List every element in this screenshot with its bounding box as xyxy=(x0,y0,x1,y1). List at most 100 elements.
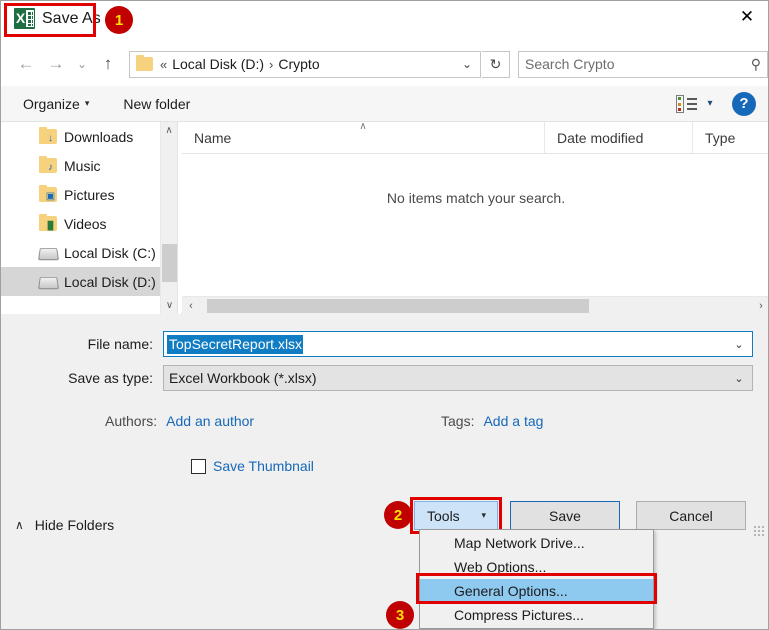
navigation-pane: ↓ Downloads ♪ Music ▣ Pictures █ Videos xyxy=(1,122,177,314)
menu-item-general-options[interactable]: General Options... xyxy=(420,579,653,603)
tags-label: Tags: xyxy=(441,413,475,429)
chevron-down-icon[interactable]: ⌄ xyxy=(456,57,478,71)
view-options-icon[interactable] xyxy=(676,94,698,113)
folder-downloads-icon: ↓ xyxy=(39,127,57,144)
sidebar-item-music[interactable]: ♪ Music xyxy=(1,151,177,180)
filename-label: File name: xyxy=(87,336,153,352)
folder-videos-icon: █ xyxy=(39,214,57,231)
scrollbar-thumb[interactable] xyxy=(162,244,177,282)
tools-dropdown-menu: Map Network Drive... Web Options... Gene… xyxy=(419,529,654,629)
filetype-select[interactable]: Excel Workbook (*.xlsx) ⌄ xyxy=(163,365,753,391)
folder-icon xyxy=(136,55,153,71)
help-button[interactable]: ? xyxy=(732,91,756,116)
chevron-down-icon: ▾ xyxy=(481,510,486,520)
sort-ascending-icon: ∧ xyxy=(359,120,367,132)
address-bar[interactable]: « Local Disk (D:) › Crypto ⌄ xyxy=(129,50,481,78)
hide-folders-label: Hide Folders xyxy=(34,517,115,533)
menu-item-map-network-drive[interactable]: Map Network Drive... xyxy=(420,531,653,555)
save-button[interactable]: Save xyxy=(510,501,620,530)
column-label: Name xyxy=(194,129,232,146)
column-headers: ∧ Name Date modified Type xyxy=(182,120,768,154)
save-thumbnail-row[interactable]: Save Thumbnail xyxy=(191,458,314,474)
filetype-value: Excel Workbook (*.xlsx) xyxy=(169,370,317,386)
filetype-label: Save as type: xyxy=(68,370,153,386)
up-icon[interactable]: ↑ xyxy=(93,49,123,79)
organize-label: Organize xyxy=(23,95,80,112)
authors-group: Authors: Add an author xyxy=(105,413,254,429)
sidebar-item-label: Local Disk (D:) xyxy=(64,273,156,290)
save-thumbnail-checkbox[interactable] xyxy=(191,458,206,474)
add-tag-link[interactable]: Add a tag xyxy=(483,413,543,429)
scrollbar-thumb[interactable] xyxy=(207,299,589,313)
annotation-badge-1: 1 xyxy=(105,6,133,34)
search-placeholder: Search Crypto xyxy=(525,56,615,72)
column-header-type[interactable]: Type xyxy=(693,122,768,154)
drive-windows-icon xyxy=(37,245,60,261)
tools-button[interactable]: Tools ▾ xyxy=(414,501,498,530)
new-folder-button[interactable]: New folder xyxy=(117,96,196,112)
sidebar-item-label: Music xyxy=(64,157,101,174)
tags-group: Tags: Add a tag xyxy=(441,413,543,429)
sidebar-item-label: Pictures xyxy=(64,186,115,203)
breadcrumb-prefix: « xyxy=(160,56,168,72)
view-options-chevron-down-icon[interactable]: ▾ xyxy=(698,98,722,109)
navigation-bar: ← → ⌄ ↑ « Local Disk (D:) › Crypto ⌄ ↻ S… xyxy=(1,42,768,86)
page-title: Save As xyxy=(42,9,101,27)
browser-body: ↓ Downloads ♪ Music ▣ Pictures █ Videos xyxy=(1,120,768,314)
chevron-down-icon[interactable]: ⌄ xyxy=(726,372,752,385)
save-thumbnail-label[interactable]: Save Thumbnail xyxy=(213,458,314,474)
annotation-badge-3: 3 xyxy=(386,601,414,629)
scroll-right-icon[interactable]: › xyxy=(752,300,768,312)
sidebar-item-videos[interactable]: █ Videos xyxy=(1,209,177,238)
filename-row: File name: TopSecretReport.xlsx ⌄ xyxy=(1,331,753,357)
file-list-pane: ∧ Name Date modified Type No items match… xyxy=(182,120,768,314)
scroll-up-icon[interactable]: ∧ xyxy=(161,122,177,139)
sidebar-item-label: Downloads xyxy=(64,128,134,145)
forward-icon[interactable]: → xyxy=(41,49,71,79)
chevron-down-icon[interactable]: ⌄ xyxy=(726,338,752,351)
sidebar-item-label: Local Disk (C:) xyxy=(64,244,156,261)
search-icon: ⚲ xyxy=(750,55,761,72)
save-as-dialog: X Save As ✕ 1 ← → ⌄ ↑ « Local Disk (D:) … xyxy=(0,0,769,630)
window-title-group: X Save As xyxy=(9,5,109,32)
breadcrumb-item-0[interactable]: Local Disk (D:) xyxy=(170,56,266,72)
sidebar-scrollbar[interactable]: ∧ ∨ xyxy=(160,122,177,314)
breadcrumb-separator: › xyxy=(269,56,274,72)
search-input[interactable]: Search Crypto ⚲ xyxy=(518,50,768,78)
filename-input[interactable]: TopSecretReport.xlsx ⌄ xyxy=(163,331,753,357)
sidebar-item-downloads[interactable]: ↓ Downloads xyxy=(1,122,177,151)
hide-folders-button[interactable]: ∧ Hide Folders xyxy=(15,517,114,533)
command-bar: Organize ▾ New folder ▾ ? xyxy=(1,86,768,122)
sidebar-item-local-disk-d[interactable]: Local Disk (D:) xyxy=(1,267,177,296)
annotation-badge-2: 2 xyxy=(384,501,412,529)
file-list-horizontal-scrollbar[interactable]: ‹ › xyxy=(182,296,768,314)
cancel-button[interactable]: Cancel xyxy=(636,501,746,530)
chevron-up-icon: ∧ xyxy=(15,518,24,532)
sidebar-item-pictures[interactable]: ▣ Pictures xyxy=(1,180,177,209)
empty-list-message: No items match your search. xyxy=(386,190,566,206)
close-icon[interactable]: ✕ xyxy=(724,1,768,33)
scroll-left-icon[interactable]: ‹ xyxy=(182,300,200,312)
column-header-date-modified[interactable]: Date modified xyxy=(545,121,693,154)
breadcrumb-item-1[interactable]: Crypto xyxy=(276,56,321,72)
back-icon[interactable]: ← xyxy=(11,49,41,79)
scroll-down-icon[interactable]: ∨ xyxy=(161,297,177,314)
resize-grip-icon[interactable] xyxy=(753,525,765,537)
organize-button[interactable]: Organize ▾ xyxy=(17,96,95,112)
sidebar-item-local-disk-c[interactable]: Local Disk (C:) xyxy=(1,238,177,267)
menu-item-web-options[interactable]: Web Options... xyxy=(420,555,653,579)
add-author-link[interactable]: Add an author xyxy=(166,413,254,429)
sidebar-item-label: Videos xyxy=(64,215,107,232)
pane-splitter[interactable] xyxy=(177,122,181,314)
menu-item-compress-pictures[interactable]: Compress Pictures... xyxy=(420,603,653,627)
folder-music-icon: ♪ xyxy=(39,156,57,173)
filetype-row: Save as type: Excel Workbook (*.xlsx) ⌄ xyxy=(1,365,753,391)
column-header-name[interactable]: ∧ Name xyxy=(182,120,545,154)
tools-label: Tools xyxy=(427,507,460,524)
refresh-icon[interactable]: ↻ xyxy=(482,50,510,78)
chevron-down-icon: ▾ xyxy=(84,98,90,108)
recent-locations-icon[interactable]: ⌄ xyxy=(71,49,93,79)
folder-pictures-icon: ▣ xyxy=(39,185,57,202)
authors-label: Authors: xyxy=(105,413,158,429)
filename-value: TopSecretReport.xlsx xyxy=(167,334,304,354)
